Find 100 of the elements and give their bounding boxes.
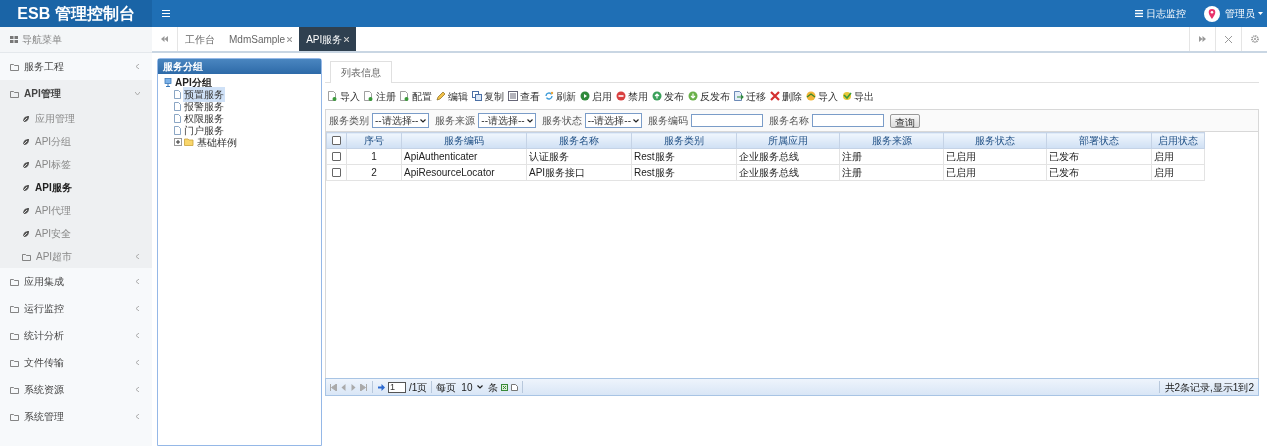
checkbox[interactable] (332, 152, 341, 161)
leaf-icon (22, 183, 30, 192)
toolbar-button[interactable]: 刷新 (544, 88, 576, 104)
toolbar-button[interactable]: 配置 (400, 88, 432, 104)
input-field[interactable] (691, 114, 763, 127)
sidebar-item[interactable]: 统计分析 (0, 322, 152, 349)
tab[interactable]: MdmSample (222, 27, 300, 51)
menu-icon[interactable] (162, 10, 170, 17)
go-page-button[interactable] (378, 383, 385, 391)
sidebar-item[interactable]: 运行监控 (0, 295, 152, 322)
export-document-button[interactable] (511, 383, 519, 391)
leaf-icon (22, 137, 30, 146)
caret-down-icon (477, 385, 484, 389)
table-cell: 企业服务总线 (736, 148, 840, 165)
table-cell: API服务接口 (526, 164, 632, 181)
checkbox[interactable] (332, 168, 341, 177)
leaf-icon (22, 229, 30, 238)
toolbar-button[interactable]: 反发布 (688, 88, 730, 104)
column-header: 服务类别 (631, 132, 737, 149)
previous-page-button[interactable] (340, 383, 347, 391)
export-excel-button[interactable] (501, 383, 509, 391)
column-header: 部署状态 (1046, 132, 1152, 149)
input-field[interactable] (812, 114, 884, 127)
leaf-icon (22, 160, 30, 169)
query-button[interactable]: 查询 (890, 113, 920, 128)
double-chevron-right-icon (1199, 36, 1206, 42)
grid-icon (10, 36, 18, 43)
folder-icon (22, 252, 31, 261)
down-arrow-icon (688, 91, 698, 101)
last-page-button[interactable] (360, 383, 367, 391)
stop-icon (616, 91, 626, 101)
table-cell: 企业服务总线 (736, 164, 840, 181)
table-cell: Rest服务 (631, 148, 737, 165)
copy-icon (472, 91, 482, 101)
select-field[interactable]: --请选择-- (584, 113, 642, 128)
double-chevron-left-icon (161, 36, 168, 42)
sidebar-item[interactable]: API服务 (0, 176, 152, 199)
toolbar-button[interactable]: 注册 (364, 88, 396, 104)
sidebar-item[interactable]: 系统管理 (0, 403, 152, 430)
select-field[interactable]: --请选择-- (478, 113, 536, 128)
sidebar-item[interactable]: API管理 (0, 80, 152, 107)
panel-title: 服务分组 (158, 59, 321, 74)
toolbar-button[interactable]: 导出 (842, 88, 874, 104)
record-summary: 共2条记录,显示1到2 (1164, 380, 1254, 395)
close-icon (287, 36, 293, 42)
toolbar-button[interactable]: 查看 (508, 88, 540, 104)
map-pin-avatar-icon[interactable] (1204, 5, 1220, 22)
tree-node[interactable]: 预置服务 (183, 86, 225, 102)
refresh-icon (544, 91, 554, 101)
page-size-select[interactable]: 10 (459, 379, 486, 395)
first-page-button[interactable] (330, 383, 337, 391)
table-cell: ApiAuthenticater (401, 148, 527, 165)
unit-label: 条 (488, 380, 499, 395)
caret-down-icon (633, 118, 639, 123)
toolbar-button[interactable]: 删除 (770, 88, 802, 104)
user-menu[interactable]: 管理员 (1225, 6, 1263, 21)
folder-icon (184, 138, 194, 146)
folder-icon (10, 385, 19, 394)
folder-icon (10, 331, 19, 340)
toolbar-button[interactable]: 禁用 (616, 88, 648, 104)
filter-label: 服务类别 (329, 114, 369, 128)
sidebar-item[interactable]: 应用集成 (0, 268, 152, 295)
checkbox[interactable] (332, 136, 341, 145)
sidebar-item[interactable]: 服务工程 (0, 53, 152, 80)
toolbar-button[interactable]: 启用 (580, 88, 612, 104)
filter-label: 服务名称 (769, 114, 809, 128)
tab[interactable]: 工作台 (178, 27, 222, 51)
table-cell: 已启用 (943, 164, 1047, 181)
sidebar-item[interactable]: 文件传输 (0, 349, 152, 376)
page-input[interactable]: 1 (388, 381, 406, 393)
folder-icon (10, 277, 19, 286)
toolbar-button[interactable]: 发布 (652, 88, 684, 104)
column-header: 服务状态 (943, 132, 1047, 149)
toolbar-button[interactable]: 编辑 (436, 88, 468, 104)
log-monitor-link[interactable]: 日志监控 (1146, 6, 1186, 21)
folder-icon (10, 358, 19, 367)
sidebar-item[interactable]: 系统资源 (0, 376, 152, 403)
computer-icon (164, 77, 172, 87)
first-page-icon (330, 383, 337, 391)
delete-icon (770, 91, 780, 101)
select-field[interactable]: --请选择-- (372, 113, 430, 128)
tab[interactable]: 列表信息 (330, 61, 392, 83)
document-add-icon (364, 91, 374, 101)
table-cell: 1 (346, 148, 402, 165)
toolbar-button[interactable]: 导入 (806, 88, 838, 104)
table-cell: 已启用 (943, 148, 1047, 165)
go-page-icon (378, 383, 385, 391)
next-page-button[interactable] (350, 383, 357, 391)
import-icon (806, 91, 816, 101)
toolbar-button[interactable]: 导入 (328, 88, 360, 104)
caret-down-icon (1258, 12, 1263, 15)
tab[interactable]: API服务 (299, 27, 357, 51)
table-cell: Rest服务 (631, 164, 737, 181)
folder-icon (10, 89, 19, 98)
filter-label: 服务来源 (435, 114, 476, 128)
list-icon (508, 91, 518, 101)
toolbar-button[interactable]: 复制 (472, 88, 504, 104)
page-count: /1页 (409, 380, 428, 395)
toolbar-button[interactable]: 迁移 (734, 88, 766, 104)
filter-label: 服务编码 (648, 114, 688, 128)
